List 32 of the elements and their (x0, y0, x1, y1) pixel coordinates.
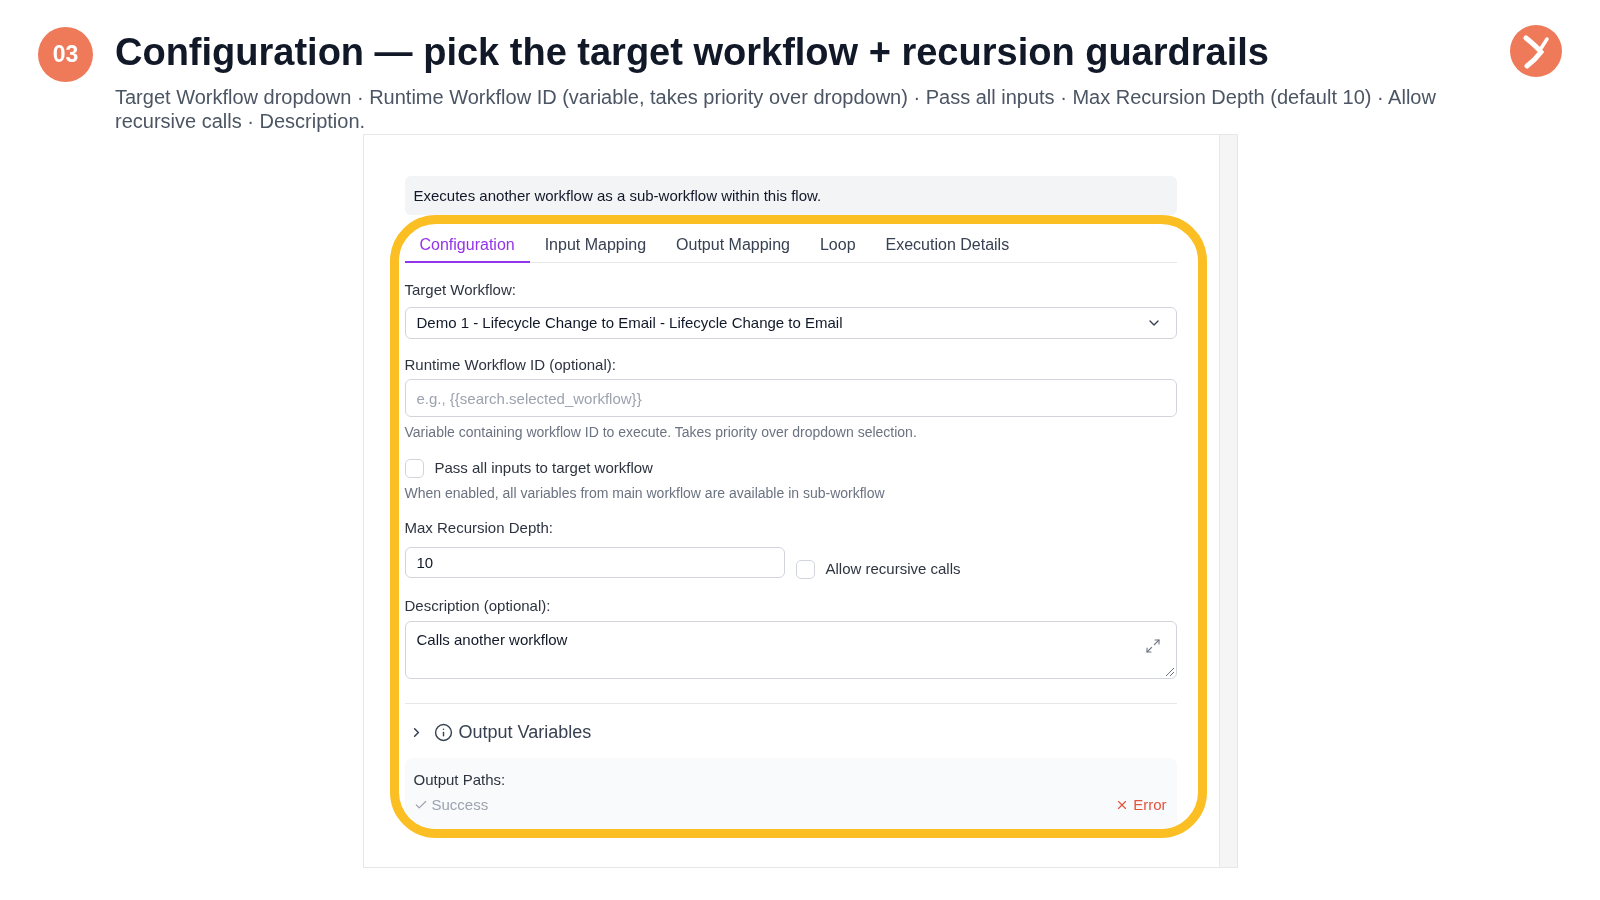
help-text: Variable containing workflow ID to execute. Takes priority over dropdown selection. (404, 423, 918, 442)
tab[interactable]: Execution Details (870, 224, 1025, 263)
tab[interactable]: Configuration (404, 224, 530, 263)
checkbox-label: Pass all inputs to target workflow (434, 458, 653, 478)
field-label: Runtime Workflow ID (optional): (404, 355, 617, 375)
input-field[interactable]: e.g., {{search.selected_workflow}} (404, 379, 1177, 417)
tab[interactable]: Input Mapping (529, 224, 662, 263)
number-field[interactable]: 10 (404, 546, 785, 578)
slide-subtitle: Target Workflow dropdown · Runtime Workflow ID (variable, takes priority over dropdown) · Pass all inputs · Max Recursion Depth (default 10) · Allow recursive calls · Description. (115, 85, 1437, 133)
description-field[interactable]: Calls another workflow (404, 621, 1177, 679)
resize-grip-icon[interactable] (1165, 668, 1174, 676)
info-icon (433, 722, 453, 742)
checkbox[interactable] (795, 559, 815, 579)
tab[interactable]: Output Mapping (661, 224, 805, 263)
help-text: When enabled, all variables from main workflow are available in sub-workflow (404, 484, 886, 503)
step-badge: 03 (38, 27, 93, 82)
checkbox-label: Allow recursive calls (825, 559, 961, 579)
expand-icon[interactable] (1144, 638, 1161, 654)
node-description: Executes another workflow as a sub-workflow within this flow. (404, 176, 1177, 215)
field-label: Target Workflow: (404, 280, 517, 300)
output-path-label: Error (1133, 795, 1167, 815)
check-icon (413, 798, 428, 812)
field-label: Max Recursion Depth: (404, 518, 554, 538)
logo-icon (1510, 25, 1562, 77)
output-variables-toggle[interactable]: Output Variables (404, 720, 592, 744)
output-path-label: Success (431, 795, 489, 815)
workflow-select[interactable]: Demo 1 - Lifecycle Change to Email - Lifecycle Change to Email (404, 307, 1177, 339)
slide-title: Configuration — pick the target workflow + recursion guardrails (115, 31, 1270, 73)
field-label: Description (optional): (404, 596, 552, 616)
tab[interactable]: Loop (804, 224, 871, 263)
output-paths-label: Output Paths: (413, 770, 507, 790)
checkbox[interactable] (404, 458, 424, 478)
